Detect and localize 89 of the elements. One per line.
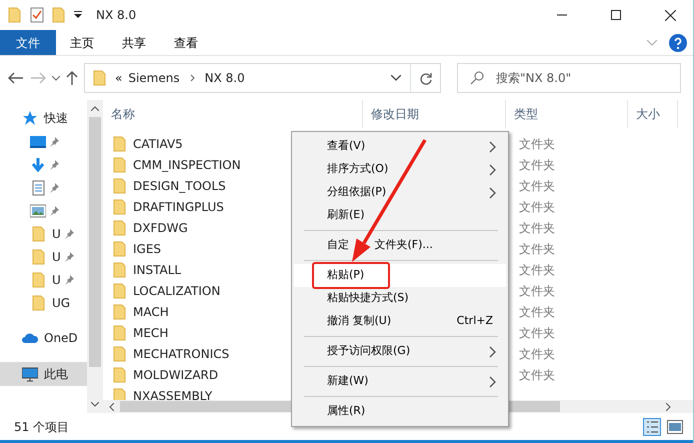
folder-icon xyxy=(113,156,127,172)
menu-item[interactable]: 自定 文件夹(F)... xyxy=(294,234,506,257)
checklist-icon[interactable] xyxy=(30,7,44,23)
breadcrumb[interactable]: NX 8.0 xyxy=(204,69,245,87)
file-type: 文件夹 xyxy=(519,156,555,174)
file-type: 文件夹 xyxy=(519,304,555,320)
computer-icon xyxy=(22,366,38,382)
file-type: 文件夹 xyxy=(519,366,555,384)
folder-icon xyxy=(113,220,127,236)
menu-item[interactable]: 授予访问权限(G) xyxy=(294,340,506,363)
file-type: 文件夹 xyxy=(519,262,555,278)
folder-icon xyxy=(30,248,46,264)
folder-icon xyxy=(8,7,22,23)
folder-icon xyxy=(113,262,127,278)
scroll-left-icon[interactable] xyxy=(109,402,114,410)
up-icon[interactable] xyxy=(66,71,78,85)
image-icon xyxy=(30,202,46,218)
menu-item[interactable]: 粘贴快捷方式(S) xyxy=(294,287,506,310)
folder-icon xyxy=(113,282,127,298)
file-type: 文件夹 xyxy=(519,178,555,194)
menu-item[interactable]: 查看(V) xyxy=(294,135,506,158)
search-box[interactable]: 搜索"NX 8.0" xyxy=(457,63,681,93)
folder-icon xyxy=(52,7,66,23)
window-title: NX 8.0 xyxy=(96,7,136,24)
desktop-icon xyxy=(30,134,46,150)
star-icon xyxy=(22,110,38,126)
sidebar-item[interactable]: U xyxy=(0,245,87,268)
folder-icon xyxy=(30,226,46,242)
file-type: 文件夹 xyxy=(519,282,555,300)
sidebar-item[interactable]: 此电 xyxy=(0,362,87,386)
chevron-icon xyxy=(190,74,195,82)
recent-icon[interactable] xyxy=(52,76,60,80)
folder-icon xyxy=(30,294,46,310)
folder-icon xyxy=(113,304,127,320)
sidebar-item[interactable]: OneD xyxy=(0,326,87,350)
folder-icon xyxy=(113,324,127,340)
search-field[interactable]: 搜索"NX 8.0" xyxy=(494,64,680,92)
menu-item[interactable]: 属性(R) xyxy=(294,400,506,423)
column-header[interactable]: 类型 xyxy=(506,100,628,128)
menu-item[interactable]: 新建(W) xyxy=(294,370,506,393)
folder-icon xyxy=(113,366,127,382)
download-icon xyxy=(30,156,46,172)
folder-icon xyxy=(113,178,127,194)
file-type: 文件夹 xyxy=(519,240,555,258)
dropdown-icon[interactable] xyxy=(74,11,82,19)
sidebar-item[interactable]: U xyxy=(0,222,87,245)
ribbon-tab[interactable]: 主页 xyxy=(56,30,108,55)
scrollbar-thumb[interactable] xyxy=(89,117,101,367)
ribbon-tab[interactable]: 共享 xyxy=(108,30,160,55)
menu-item[interactable]: 撤消 复制(U) Ctrl+Z xyxy=(294,310,506,333)
item-count: 51 个项目 xyxy=(14,418,70,436)
ribbon-tab[interactable]: 查看 xyxy=(160,30,212,55)
column-header[interactable]: 名称 xyxy=(103,100,363,128)
file-type: 文件夹 xyxy=(519,136,555,152)
refresh-icon xyxy=(420,72,432,85)
file-type: 文件夹 xyxy=(519,220,555,236)
back-icon[interactable] xyxy=(8,72,24,84)
dropdown-icon[interactable] xyxy=(391,75,401,81)
menu-item[interactable]: 刷新(E) xyxy=(294,204,506,227)
column-header[interactable]: 大小 xyxy=(628,100,678,128)
folder-icon xyxy=(113,198,127,214)
search-icon xyxy=(470,71,484,85)
thumbnail-view-icon[interactable] xyxy=(667,420,683,434)
sidebar-item[interactable]: 快速 xyxy=(0,106,87,130)
column-header[interactable]: 修改日期 xyxy=(363,100,506,128)
menu-item[interactable]: 排序方式(O) xyxy=(294,158,506,181)
scroll-up-icon[interactable] xyxy=(91,106,99,111)
folder-icon xyxy=(113,346,127,362)
breadcrumb[interactable]: Siemens xyxy=(128,69,180,87)
folder-icon xyxy=(113,136,127,152)
folder-icon xyxy=(93,70,107,86)
folder-icon xyxy=(30,272,46,288)
file-type: 文件夹 xyxy=(519,346,555,362)
menu-item[interactable]: 粘贴(P) xyxy=(294,264,506,287)
sidebar-item[interactable]: U xyxy=(0,268,87,291)
file-type: 文件夹 xyxy=(519,198,555,216)
scroll-down-icon[interactable] xyxy=(91,402,99,407)
close-icon xyxy=(664,10,676,20)
menu-item[interactable]: 分组依据(P) xyxy=(294,181,506,204)
details-view-icon[interactable] xyxy=(643,418,661,436)
sidebar-item[interactable]: UG xyxy=(0,291,87,314)
help-icon[interactable] xyxy=(669,34,687,52)
overflow-chevron[interactable]: « xyxy=(115,69,122,87)
folder-icon xyxy=(113,240,127,256)
file-type: 文件夹 xyxy=(519,324,555,342)
document-icon xyxy=(30,180,46,196)
scroll-right-icon[interactable] xyxy=(666,402,671,410)
file-tab[interactable]: 文件 xyxy=(0,30,56,55)
maximize-icon xyxy=(611,10,621,20)
